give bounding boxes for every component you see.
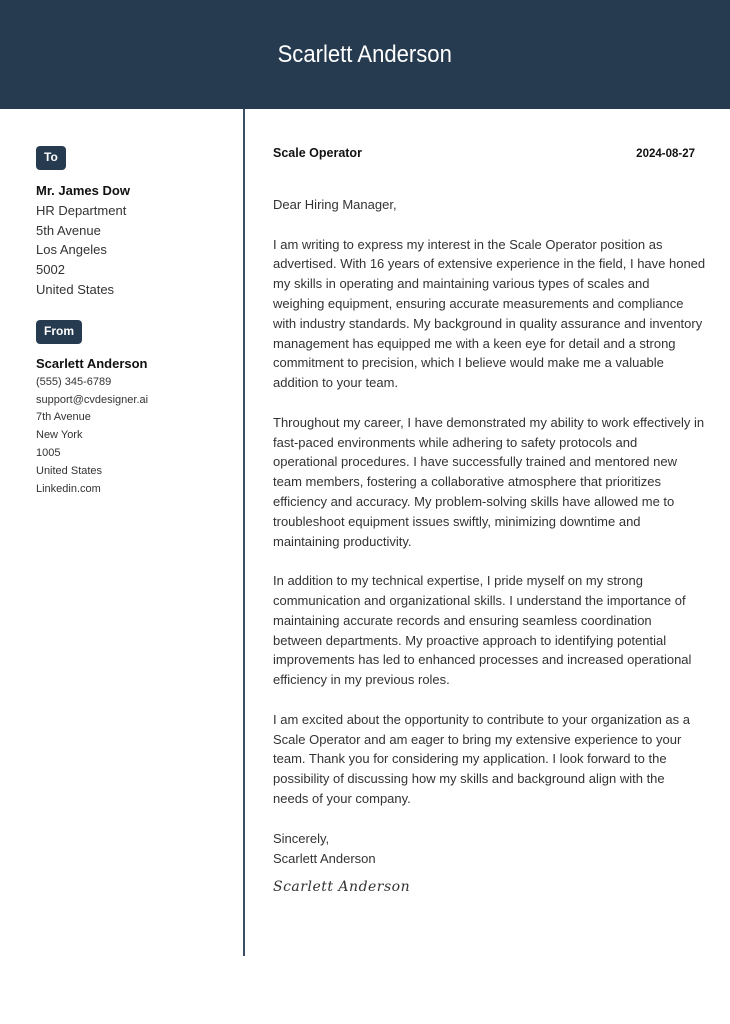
paragraph-line: advertised. With 16 years of extensive e…	[273, 256, 706, 272]
sender-block: Scarlett Anderson (555) 345-6789 support…	[36, 354, 236, 499]
paragraph-line: commitment to precision, which I believe…	[273, 355, 664, 371]
sidebar: To Mr. James Dow HR Department 5th Avenu…	[36, 146, 236, 498]
paragraph-line: weighing equipment, ensuring accurate me…	[273, 295, 684, 311]
letter-topline: Scale Operator 2024-08-27	[273, 146, 695, 164]
paragraph: I am writing to express my interest in t…	[273, 235, 706, 393]
sender-street: 7th Avenue	[36, 411, 91, 424]
sender-city: New York	[36, 429, 83, 442]
paragraph-line: maintaining productivity.	[273, 533, 412, 549]
from-badge: From	[36, 319, 82, 344]
paragraph-line: with industry standards. My background i…	[273, 315, 703, 331]
column-divider	[243, 109, 245, 956]
paragraph-line: needs of your company.	[273, 790, 411, 806]
closing-name: Scarlett Anderson	[273, 850, 376, 866]
paragraph-line: I am excited about the opportunity to co…	[273, 711, 690, 727]
recipient-department: HR Department	[36, 202, 127, 218]
paragraph-line: I am writing to express my interest in t…	[273, 236, 663, 252]
paragraph-line: addition to your team.	[273, 375, 399, 391]
paragraph-line: communication and organizational skills.…	[273, 592, 686, 608]
paragraph-line: efficiency in my previous roles.	[273, 672, 450, 688]
sender-phone: (555) 345-6789	[36, 375, 112, 388]
paragraph-line: operational procedures. I have successfu…	[273, 454, 677, 470]
letter-body: Scale Operator 2024-08-27 Dear Hiring Ma…	[273, 146, 706, 896]
paragraph-line: improvements has led to enhanced process…	[273, 652, 692, 668]
recipient-city: Los Angeles	[36, 242, 107, 258]
signature: Scarlett Anderson	[273, 879, 411, 896]
paragraph: I am excited about the opportunity to co…	[273, 710, 695, 809]
to-badge: To	[36, 146, 66, 170]
letter-date: 2024-08-27	[636, 148, 695, 160]
recipient-country: United States	[36, 281, 115, 297]
paragraph-line: Throughout my career, I have demonstrate…	[273, 414, 705, 430]
job-title: Scale Operator	[273, 146, 362, 160]
sender-website: Linkedin.com	[36, 482, 101, 495]
paragraph-line: team. Thank you for considering my appli…	[273, 751, 667, 767]
sender-name: Scarlett Anderson	[36, 355, 148, 371]
greeting: Dear Hiring Manager,	[273, 197, 397, 212]
page-header: Scarlett Anderson	[0, 0, 730, 109]
sender-zip: 1005	[36, 446, 61, 459]
paragraph-line: my skills in operating and maintaining v…	[273, 276, 650, 292]
closing-block: Sincerely, Scarlett Anderson	[273, 829, 695, 869]
paragraph-line: troubleshoot equipment issues swiftly, m…	[273, 513, 641, 529]
recipient-zip: 5002	[36, 262, 65, 278]
sender-country: United States	[36, 464, 103, 477]
closing-salutation: Sincerely,	[273, 830, 330, 846]
recipient-name: Mr. James Dow	[36, 183, 130, 198]
paragraph: Throughout my career, I have demonstrate…	[273, 413, 705, 552]
sender-email: support@cvdesigner.ai	[36, 393, 149, 406]
recipient-street: 5th Avenue	[36, 222, 101, 238]
paragraph-line: fast-paced environments while adhering t…	[273, 434, 638, 450]
paragraph-line: efficiency and accuracy. My problem-solv…	[273, 493, 675, 509]
paragraph-line: team members, fostering a collaborative …	[273, 474, 662, 490]
paragraph-line: In addition to my technical expertise, I…	[273, 573, 643, 589]
paragraph-line: maintaining accurate records and ensurin…	[273, 612, 652, 628]
paragraph: In addition to my technical expertise, I…	[273, 571, 695, 690]
header-name: Scarlett Anderson	[277, 40, 453, 68]
paragraph-line: management has equipped me with a keen e…	[273, 335, 676, 351]
paragraph-line: between departments. My proactive approa…	[273, 632, 667, 648]
recipient-block: Mr. James Dow HR Department 5th Avenue L…	[36, 181, 236, 300]
paragraph-line: Scale Operator and am eager to bring my …	[273, 731, 682, 747]
paragraph-line: possibility of discussing how my skills …	[273, 771, 665, 787]
